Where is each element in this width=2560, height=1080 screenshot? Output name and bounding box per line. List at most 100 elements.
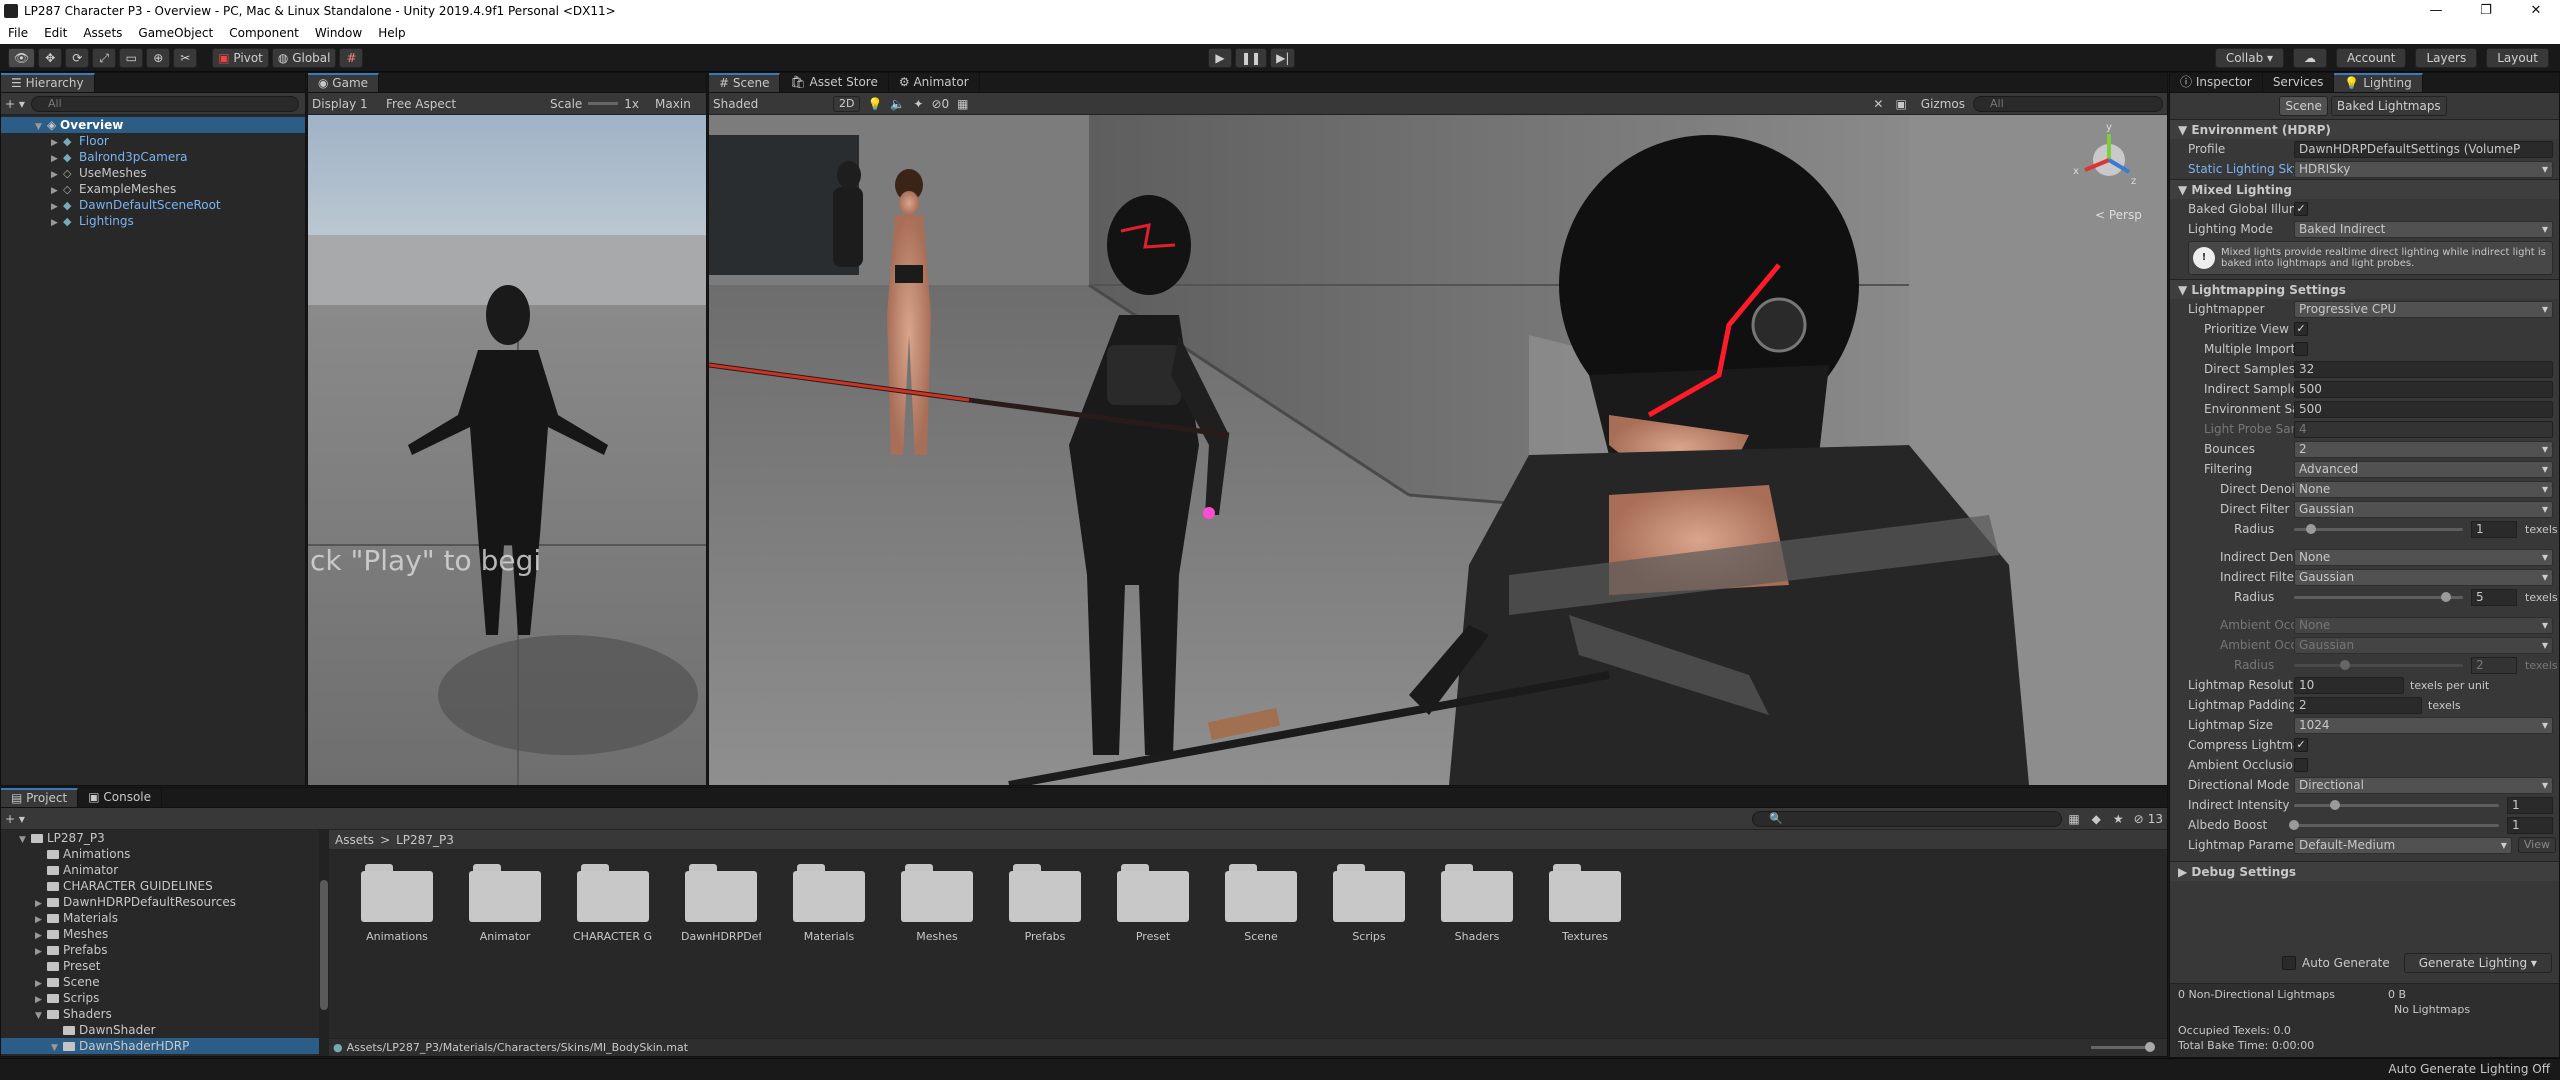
lightmapping-header[interactable]: ▼ Lightmapping Settings <box>2170 279 2559 299</box>
grid-snap-icon[interactable]: # <box>339 48 364 68</box>
hierarchy-item-usemeshes[interactable]: ▶ ◇ UseMeshes <box>1 165 305 181</box>
maximize-icon[interactable]: ❐ <box>2464 0 2508 22</box>
account-dropdown[interactable]: Account <box>2336 48 2407 68</box>
tab-game[interactable]: ◉ Game <box>308 73 380 92</box>
folder-item[interactable]: Animations <box>357 864 437 943</box>
scene-search-input[interactable]: All <box>1973 95 2163 112</box>
profile-field[interactable]: DawnHDRPDefaultSettings (VolumeP <box>2294 140 2553 158</box>
folder-item[interactable]: Textures <box>1545 864 1625 943</box>
indirect-intensity-slider[interactable]: 1 <box>2294 796 2553 814</box>
play-icon[interactable]: ▶ <box>1208 48 1232 68</box>
folder-item[interactable]: Shaders <box>1437 864 1517 943</box>
indirect-denoiser-dropdown[interactable]: None <box>2294 548 2553 566</box>
custom-tool-icon[interactable]: ✂ <box>173 48 198 68</box>
project-tree-item[interactable]: ▼ DawnShaderHDRP <box>1 1038 319 1054</box>
baked-lightmaps-toggle-button[interactable]: Baked Lightmaps <box>2330 96 2447 116</box>
albedo-track[interactable] <box>2289 819 2499 830</box>
expand-arrow-icon[interactable]: ▶ <box>51 215 63 231</box>
cloud-icon[interactable]: ☁ <box>2293 48 2328 68</box>
project-tree-item[interactable]: ▶ Scrips <box>1 990 319 1006</box>
icon-size-slider[interactable] <box>2091 1042 2155 1052</box>
albedo-slider[interactable]: 1 <box>2289 816 2553 834</box>
padding-field[interactable]: 2 <box>2294 696 2422 714</box>
tab-scene[interactable]: # Scene <box>709 73 781 92</box>
close-icon[interactable]: ✕ <box>2514 0 2558 22</box>
generate-lighting-button[interactable]: Generate Lighting ▾ <box>2403 953 2552 973</box>
folder-item[interactable]: Meshes <box>897 864 977 943</box>
tab-lighting[interactable]: 💡 Lighting <box>2334 73 2423 92</box>
favorite-icon[interactable]: ★ <box>2107 812 2130 826</box>
size-dropdown[interactable]: 1024 <box>2294 716 2553 734</box>
hidden-packages-icon[interactable]: ⊘ <box>2130 812 2148 826</box>
radius1-value[interactable]: 1 <box>2471 520 2517 538</box>
audio-toggle-icon[interactable]: 🔈 <box>886 97 909 111</box>
project-tree-item[interactable]: ▶ DawnHDRPDefaultResources <box>1 894 319 910</box>
directional-dropdown[interactable]: Directional <box>2294 776 2553 794</box>
layout-dropdown[interactable]: Layout <box>2486 48 2549 68</box>
icon-size-knob[interactable] <box>2145 1042 2155 1052</box>
hidden-objects-icon[interactable]: ⊘0 <box>927 97 953 111</box>
ambient-occlusion-checkbox[interactable] <box>2294 758 2308 772</box>
prioritize-checkbox[interactable]: ✓ <box>2294 322 2308 336</box>
project-tree-item[interactable]: Animator <box>1 862 319 878</box>
menu-component[interactable]: Component <box>221 22 307 44</box>
folder-item[interactable]: Materials <box>789 864 869 943</box>
breadcrumb-assets[interactable]: Assets <box>335 830 374 850</box>
radius1-knob[interactable] <box>2305 523 2316 534</box>
transform-tool-icon[interactable]: ⊕ <box>146 48 171 68</box>
hierarchy-item-camera[interactable]: ▶ ◆ Balrond3pCamera <box>1 149 305 165</box>
lighting-toggle-icon[interactable]: 💡 <box>863 97 886 111</box>
auto-generate-checkbox[interactable] <box>2282 956 2296 970</box>
persp-label[interactable]: < Persp <box>2095 208 2142 222</box>
direct-filter-dropdown[interactable]: Gaussian <box>2294 500 2553 518</box>
resolution-field[interactable]: 10 <box>2294 676 2404 694</box>
tab-project[interactable]: ▤ Project <box>1 788 79 807</box>
sky-dropdown[interactable]: HDRISky <box>2294 160 2553 178</box>
filter-type-icon[interactable]: ▦ <box>2062 812 2085 826</box>
rotate-tool-icon[interactable]: ⟳ <box>65 48 90 68</box>
folder-item[interactable]: Scrips <box>1329 864 1409 943</box>
menu-window[interactable]: Window <box>307 22 370 44</box>
env-samples-field[interactable]: 500 <box>2294 400 2553 418</box>
scene-root[interactable]: ▼ ◈ Overview <box>1 117 305 133</box>
albedo-knob[interactable] <box>2289 819 2299 830</box>
scale-slider[interactable] <box>588 102 619 105</box>
radius2-knob[interactable] <box>2441 591 2452 602</box>
scene-viewport[interactable]: y x z < Persp <box>709 115 2167 785</box>
move-tool-icon[interactable]: ✥ <box>38 48 63 68</box>
hierarchy-item-dawnroot[interactable]: ▶ ◆ DawnDefaultSceneRoot <box>1 197 305 213</box>
maximize-toggle[interactable]: Maxin <box>639 97 691 111</box>
project-tree-item[interactable]: CHARACTER GUIDELINES <box>1 878 319 894</box>
filter-label-icon[interactable]: ◆ <box>2086 812 2107 826</box>
project-tree-item[interactable]: ▶ Prefabs <box>1 942 319 958</box>
project-create-plus-icon[interactable]: + ▾ <box>5 812 31 826</box>
menu-edit[interactable]: Edit <box>36 22 75 44</box>
view-parameters-button[interactable]: View <box>2517 837 2556 853</box>
scale-tool-icon[interactable]: ⤢ <box>92 48 117 68</box>
multiple-importance-checkbox[interactable] <box>2294 342 2308 356</box>
menu-gameobject[interactable]: GameObject <box>130 22 221 44</box>
project-tree-item[interactable]: ▼ Shaders <box>1 1006 319 1022</box>
lighting-mode-dropdown[interactable]: Baked Indirect <box>2294 220 2553 238</box>
expand-arrow-icon[interactable]: ▼ <box>51 1040 63 1056</box>
hierarchy-search-input[interactable]: All <box>31 95 299 112</box>
tree-scrollbar-thumb[interactable] <box>320 880 328 1010</box>
environment-header[interactable]: ▼ Environment (HDRP) <box>2170 119 2559 139</box>
direct-samples-field[interactable]: 32 <box>2294 360 2553 378</box>
project-tree-item[interactable]: Preset <box>1 958 319 974</box>
baked-gi-checkbox[interactable]: ✓ <box>2294 202 2308 216</box>
minimize-icon[interactable]: — <box>2414 0 2458 22</box>
indirect-intensity-knob[interactable] <box>2330 799 2340 810</box>
display-dropdown[interactable]: Display 1 <box>312 97 382 111</box>
indirect-samples-field[interactable]: 500 <box>2294 380 2553 398</box>
debug-header[interactable]: ▶ Debug Settings <box>2170 861 2559 881</box>
project-tree-item[interactable]: ▶ Meshes <box>1 926 319 942</box>
project-root[interactable]: ▼ LP287_P3 <box>1 830 319 846</box>
aspect-dropdown[interactable]: Free Aspect <box>382 97 542 111</box>
2d-toggle[interactable]: 2D <box>833 95 861 112</box>
folder-item[interactable]: Scene <box>1221 864 1301 943</box>
shading-dropdown[interactable]: Shaded <box>713 97 833 111</box>
folder-item[interactable]: Animator <box>465 864 545 943</box>
folder-item[interactable]: Prefabs <box>1005 864 1085 943</box>
radius1-track[interactable] <box>2294 523 2463 534</box>
